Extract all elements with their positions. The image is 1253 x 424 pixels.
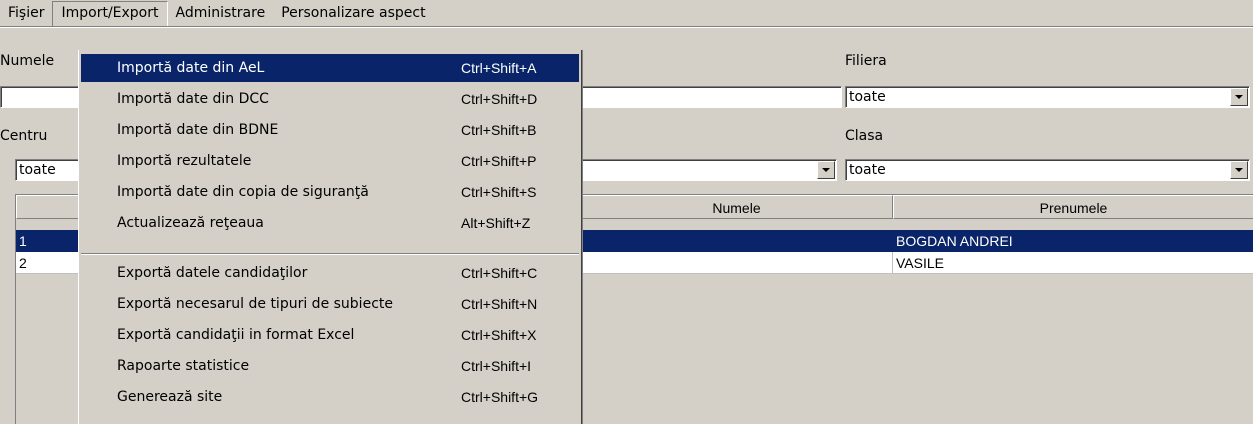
filiera-value: toate [849,89,886,105]
clasa-dropdown-button[interactable] [1230,161,1248,179]
menu-item-shortcut: Ctrl+Shift+N [461,296,538,312]
menu-personalizare-aspect[interactable]: Personalizare aspect [273,0,433,26]
menu-bar: Fişier Import/Export Administrare Person… [0,0,1253,26]
menu-item-shortcut: Ctrl+Shift+B [461,122,537,138]
menu-item-label: Exportă datele candidaţilor [117,265,308,281]
menu-item-shortcut: Ctrl+Shift+I [461,358,532,374]
menu-item-exporta-datele-candidatilor[interactable]: Exportă datele candidaţilor Ctrl+Shift+C [81,259,579,287]
menu-item-shortcut: Ctrl+Shift+D [461,91,538,107]
import-export-menu: Importă date din AeL Ctrl+Shift+A Import… [78,50,582,424]
menu-item-label: Exportă necesarul de tipuri de subiecte [117,296,393,312]
menu-item-shortcut: Ctrl+Shift+X [461,327,537,343]
menu-item-shortcut: Ctrl+Shift+C [461,265,538,281]
menu-item-label: Importă date din BDNE [117,122,279,138]
menu-item-label: Importă date din copia de siguranţă [117,184,369,200]
menu-fisier[interactable]: Fişier [0,0,52,26]
header-prenumele[interactable]: Prenumele [893,195,1253,219]
menu-item-importa-ael[interactable]: Importă date din AeL Ctrl+Shift+A [81,54,579,82]
menu-item-genereaza-site[interactable]: Generează site Ctrl+Shift+G [81,383,579,411]
cell-numele [580,252,893,274]
menu-item-importa-copia-siguranta[interactable]: Importă date din copia de siguranţă Ctrl… [81,178,579,206]
menu-item-label: Importă date din DCC [117,91,269,107]
menu-item-importa-dcc[interactable]: Importă date din DCC Ctrl+Shift+D [81,85,579,113]
menu-import-export[interactable]: Import/Export [52,1,168,26]
centru-dropdown-button[interactable] [817,161,835,179]
filiera-dropdown-button[interactable] [1230,88,1248,106]
menu-item-shortcut: Alt+Shift+Z [461,215,531,231]
menu-item-label: Importă date din AeL [117,60,265,76]
numele-label: Numele [0,53,55,69]
centru-label: Centru [0,128,48,144]
header-numele[interactable]: Numele [580,195,893,219]
menu-item-shortcut: Ctrl+Shift+G [461,389,539,405]
menu-item-label: Actualizează reţeaua [117,215,264,231]
filiera-select[interactable]: toate [845,86,1250,108]
clasa-label: Clasa [845,128,884,144]
menu-item-importa-rezultatele[interactable]: Importă rezultatele Ctrl+Shift+P [81,147,579,175]
cell-prenumele: VASILE [893,252,1253,274]
menu-item-importa-bdne[interactable]: Importă date din BDNE Ctrl+Shift+B [81,116,579,144]
cell-prenumele: BOGDAN ANDREI [893,230,1253,252]
chevron-down-icon [822,168,830,172]
menu-divider [0,26,1253,28]
chevron-down-icon [1235,168,1243,172]
menu-separator [81,253,579,255]
menu-item-label: Importă rezultatele [117,153,252,169]
menu-item-label: Exportă candidaţii in format Excel [117,327,355,343]
menu-item-rapoarte-statistice[interactable]: Rapoarte statistice Ctrl+Shift+I [81,352,579,380]
menu-item-shortcut: Ctrl+Shift+P [461,153,537,169]
menu-administrare[interactable]: Administrare [168,0,274,26]
centru-value: toate [19,162,56,178]
menu-item-label: Generează site [117,389,223,405]
menu-item-actualizeaza-reteaua[interactable]: Actualizează reţeaua Alt+Shift+Z [81,209,579,237]
filiera-label: Filiera [845,53,887,69]
menu-item-shortcut: Ctrl+Shift+S [461,184,537,200]
menu-item-exporta-excel[interactable]: Exportă candidaţii in format Excel Ctrl+… [81,321,579,349]
chevron-down-icon [1235,95,1243,99]
menu-item-label: Rapoarte statistice [117,358,250,374]
menu-item-shortcut: Ctrl+Shift+A [461,60,537,76]
menu-item-exporta-necesarul[interactable]: Exportă necesarul de tipuri de subiecte … [81,290,579,318]
clasa-value: toate [849,162,886,178]
clasa-select[interactable]: toate [845,159,1250,181]
